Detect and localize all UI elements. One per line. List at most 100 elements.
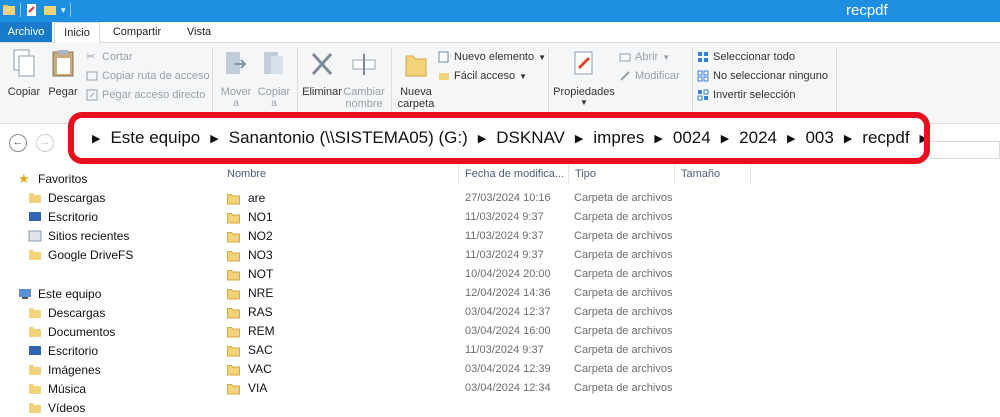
breadcrumb-chevron-icon[interactable]: ▶ bbox=[654, 132, 662, 145]
file-type: Carpeta de archivos bbox=[574, 325, 673, 337]
breadcrumb-this-pc[interactable]: Este equipo bbox=[110, 128, 200, 148]
file-name: are bbox=[248, 191, 266, 205]
nav-pc-documents[interactable]: Documentos bbox=[28, 323, 115, 341]
nav-pc-pictures[interactable]: Imágenes bbox=[28, 361, 101, 379]
table-row[interactable]: NO1 11/03/2024 9:37 Carpeta de archivos bbox=[213, 208, 1000, 227]
paste-shortcut-button[interactable]: Pegar acceso directo bbox=[86, 86, 205, 104]
breadcrumb-2024[interactable]: 2024 bbox=[739, 128, 777, 148]
open-button[interactable]: Abrir ▼ bbox=[619, 48, 670, 66]
nav-pc-music[interactable]: Música bbox=[28, 380, 86, 398]
move-to-icon bbox=[226, 52, 247, 74]
copy-to-button[interactable]: Copiar a bbox=[256, 48, 292, 109]
table-row[interactable]: RAS 03/04/2024 12:37 Carpeta de archivos bbox=[213, 303, 1000, 322]
new-folder-icon[interactable] bbox=[43, 3, 57, 17]
copy-icon bbox=[13, 49, 35, 77]
music-icon bbox=[29, 384, 41, 394]
copy-button[interactable]: Copiar bbox=[6, 48, 42, 98]
breadcrumb-chevron-icon[interactable]: ▶ bbox=[844, 132, 852, 145]
tab-home[interactable]: Inicio bbox=[54, 22, 100, 44]
ribbon-tabs: Archivo Inicio Compartir Vista bbox=[0, 22, 1000, 44]
folder-icon bbox=[227, 326, 240, 337]
table-row[interactable]: are 27/03/2024 10:16 Carpeta de archivos bbox=[213, 189, 1000, 208]
table-row[interactable]: VIA 03/04/2024 12:34 Carpeta de archivos bbox=[213, 379, 1000, 398]
breadcrumb-recpdf[interactable]: recpdf bbox=[862, 128, 909, 148]
paste-shortcut-label: Pegar acceso directo bbox=[102, 89, 206, 101]
copy-path-button[interactable]: Copiar ruta de acceso bbox=[86, 67, 210, 85]
nav-pc-desktop[interactable]: Escritorio bbox=[28, 342, 98, 360]
breadcrumb-drive[interactable]: Sanantonio (\\SISTEMA05) (G:) bbox=[229, 128, 468, 148]
folder-icon bbox=[3, 5, 15, 15]
breadcrumb-chevron-icon[interactable]: ▶ bbox=[920, 132, 924, 145]
select-none-button[interactable]: No seleccionar ninguno bbox=[697, 67, 828, 85]
forward-button[interactable]: → bbox=[36, 134, 54, 152]
nav-fav-recent[interactable]: Sitios recientes bbox=[28, 227, 129, 245]
file-date: 03/04/2024 12:37 bbox=[465, 306, 551, 318]
table-row[interactable]: NRE 12/04/2024 14:36 Carpeta de archivos bbox=[213, 284, 1000, 303]
tab-view[interactable]: Vista bbox=[176, 22, 222, 42]
file-name: VIA bbox=[248, 381, 268, 395]
breadcrumb-0024[interactable]: 0024 bbox=[673, 128, 711, 148]
tab-file[interactable]: Archivo bbox=[0, 22, 52, 42]
properties-button[interactable]: Propiedades ▼ bbox=[553, 48, 615, 107]
breadcrumb-impres[interactable]: impres bbox=[593, 128, 644, 148]
breadcrumb-dsknav[interactable]: DSKNAV bbox=[496, 128, 565, 148]
breadcrumb-chevron-icon[interactable]: ▶ bbox=[478, 132, 486, 145]
nav-this-pc[interactable]: Este equipo bbox=[18, 285, 101, 303]
table-row[interactable]: VAC 03/04/2024 12:39 Carpeta de archivos bbox=[213, 360, 1000, 379]
nav-fav-downloads-label: Descargas bbox=[48, 191, 106, 205]
new-item-button[interactable]: Nuevo elemento ▼ bbox=[438, 48, 546, 66]
nav-pc-documents-label: Documentos bbox=[48, 325, 116, 339]
file-name-cell: REM bbox=[227, 322, 275, 341]
table-row[interactable]: NO2 11/03/2024 9:37 Carpeta de archivos bbox=[213, 227, 1000, 246]
edit-button[interactable]: Modificar bbox=[619, 67, 680, 85]
customize-toolbar-icon[interactable]: ▾ bbox=[61, 5, 66, 16]
move-to-button[interactable]: Mover a bbox=[218, 48, 254, 109]
nav-pc-videos[interactable]: Vídeos bbox=[28, 399, 85, 417]
select-all-button[interactable]: Seleccionar todo bbox=[697, 48, 795, 66]
nav-pc-downloads[interactable]: Descargas bbox=[28, 304, 105, 322]
rename-icon bbox=[352, 54, 376, 75]
breadcrumb-chevron-icon[interactable]: ▶ bbox=[210, 132, 218, 145]
file-name-cell: NO2 bbox=[227, 227, 273, 246]
column-header-date[interactable]: Fecha de modifica... bbox=[459, 164, 569, 184]
computer-icon bbox=[19, 289, 31, 299]
breadcrumb-003[interactable]: 003 bbox=[805, 128, 833, 148]
easy-access-button[interactable]: Fácil acceso ▼ bbox=[438, 67, 527, 85]
back-button[interactable]: ← bbox=[9, 134, 27, 152]
delete-button[interactable]: Eliminar bbox=[302, 48, 342, 98]
cut-button[interactable]: ✂ Cortar bbox=[86, 48, 133, 66]
table-row[interactable]: SAC 11/03/2024 9:37 Carpeta de archivos bbox=[213, 341, 1000, 360]
column-header-type[interactable]: Tipo bbox=[569, 164, 675, 184]
scissors-icon: ✂ bbox=[86, 51, 96, 63]
address-bar[interactable]: ▶ Este equipo ▶ Sanantonio (\\SISTEMA05)… bbox=[68, 112, 930, 164]
table-row[interactable]: NOT 10/04/2024 20:00 Carpeta de archivos bbox=[213, 265, 1000, 284]
nav-favorites[interactable]: ★ Favoritos bbox=[18, 170, 87, 188]
tab-share[interactable]: Compartir bbox=[102, 22, 172, 42]
table-row[interactable]: REM 03/04/2024 16:00 Carpeta de archivos bbox=[213, 322, 1000, 341]
column-header-size[interactable]: Tamaño bbox=[675, 164, 751, 184]
nav-pc-downloads-label: Descargas bbox=[48, 306, 106, 320]
file-name: REM bbox=[248, 324, 275, 338]
breadcrumb-chevron-icon[interactable]: ▶ bbox=[575, 132, 583, 145]
nav-fav-downloads[interactable]: Descargas bbox=[28, 189, 105, 207]
move-to-label-2: a bbox=[233, 98, 239, 109]
table-row[interactable]: NO3 11/03/2024 9:37 Carpeta de archivos bbox=[213, 246, 1000, 265]
chevron-down-icon: ▼ bbox=[519, 71, 528, 81]
cut-label: Cortar bbox=[102, 51, 133, 63]
desktop-icon bbox=[29, 346, 41, 355]
nav-fav-drivefs[interactable]: Google DriveFS bbox=[28, 246, 133, 264]
breadcrumb-chevron-icon[interactable]: ▶ bbox=[92, 132, 100, 145]
file-type: Carpeta de archivos bbox=[574, 382, 673, 394]
new-folder-button[interactable]: Nueva carpeta bbox=[396, 48, 436, 110]
file-name: NRE bbox=[248, 286, 274, 300]
group-divider bbox=[212, 47, 213, 119]
paste-button[interactable]: Pegar bbox=[46, 48, 80, 98]
breadcrumb-chevron-icon[interactable]: ▶ bbox=[787, 132, 795, 145]
invert-selection-button[interactable]: Invertir selección bbox=[697, 86, 796, 104]
column-header-name[interactable]: Nombre bbox=[221, 164, 459, 184]
nav-fav-desktop[interactable]: Escritorio bbox=[28, 208, 98, 226]
breadcrumb-chevron-icon[interactable]: ▶ bbox=[721, 132, 729, 145]
rename-button[interactable]: Cambiar nombre bbox=[342, 48, 386, 110]
properties-icon[interactable] bbox=[25, 3, 39, 17]
file-name: NO2 bbox=[248, 229, 273, 243]
